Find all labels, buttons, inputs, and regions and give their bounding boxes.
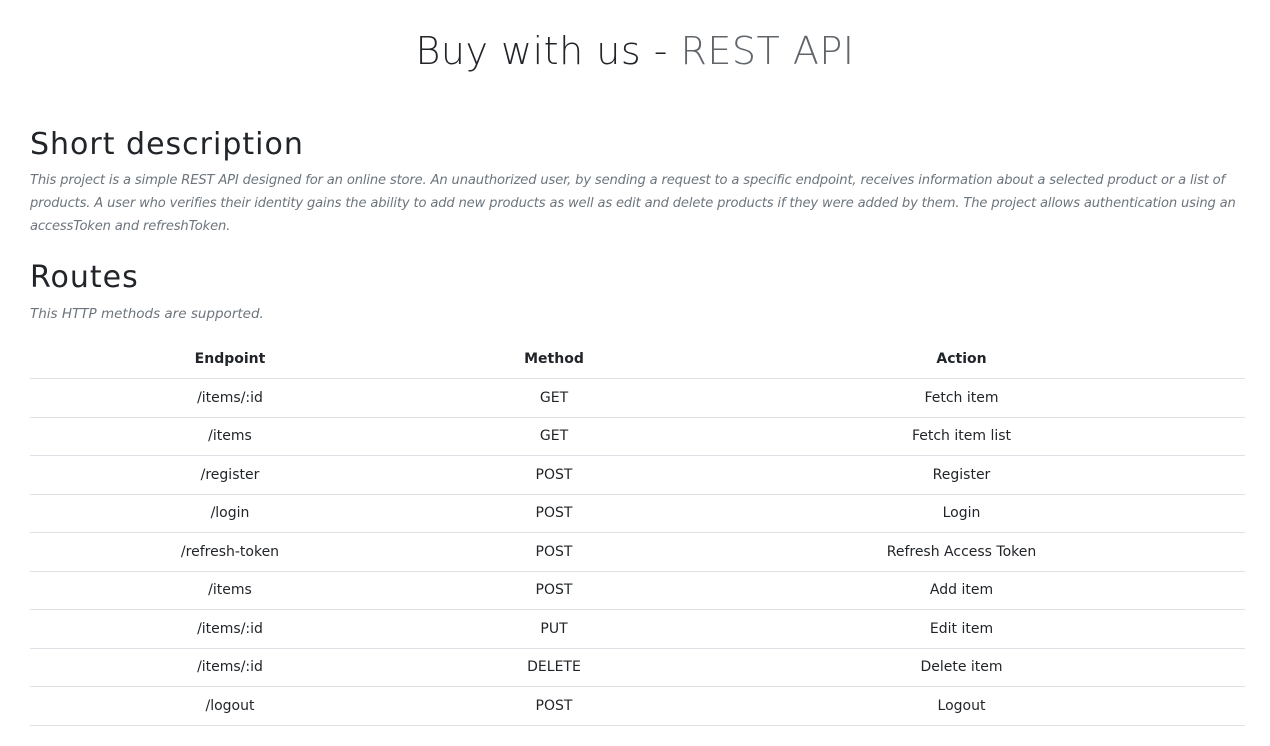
- short-description-heading: Short description: [30, 127, 304, 162]
- table-row: /items POST Add item: [30, 571, 1245, 610]
- page-title-accent: REST API: [680, 29, 855, 73]
- column-header-method: Method: [430, 340, 678, 379]
- endpoint-cell: /items/:id: [30, 378, 430, 418]
- method-cell: PUT: [430, 609, 678, 649]
- method-cell: GET: [430, 417, 678, 456]
- endpoint-cell: /items/:id: [30, 609, 430, 649]
- action-cell: Refresh Access Token: [678, 532, 1245, 572]
- action-cell: Fetch item: [678, 378, 1245, 418]
- endpoint-cell: /register: [30, 455, 430, 495]
- short-description-text: This project is a simple REST API design…: [30, 173, 1236, 234]
- table-header-row: Endpoint Method Action: [30, 340, 1245, 379]
- method-cell: POST: [430, 455, 678, 495]
- column-header-endpoint: Endpoint: [30, 340, 430, 379]
- endpoint-cell: /items: [30, 571, 430, 610]
- table-row: /register POST Register: [30, 455, 1245, 495]
- method-cell: POST: [430, 494, 678, 533]
- action-cell: Delete item: [678, 648, 1245, 687]
- action-cell: Logout: [678, 686, 1245, 726]
- method-cell: DELETE: [430, 648, 678, 687]
- table-row: /items/:id PUT Edit item: [30, 609, 1245, 649]
- routes-heading: Routes: [30, 260, 139, 295]
- action-cell: Edit item: [678, 609, 1245, 649]
- routes-table: Endpoint Method Action /items/:id GET Fe…: [30, 340, 1245, 726]
- method-cell: POST: [430, 532, 678, 572]
- method-cell: GET: [430, 378, 678, 418]
- endpoint-cell: /logout: [30, 686, 430, 726]
- table-row: /items/:id GET Fetch item: [30, 378, 1245, 418]
- endpoint-cell: /login: [30, 494, 430, 533]
- column-header-action: Action: [678, 340, 1245, 379]
- action-cell: Fetch item list: [678, 417, 1245, 456]
- table-row: /items/:id DELETE Delete item: [30, 648, 1245, 687]
- page-title: Buy with us - REST API: [0, 26, 1270, 76]
- action-cell: Login: [678, 494, 1245, 533]
- endpoint-cell: /refresh-token: [30, 532, 430, 572]
- page-title-main: Buy with us -: [415, 29, 668, 73]
- action-cell: Add item: [678, 571, 1245, 610]
- table-row: /login POST Login: [30, 494, 1245, 533]
- method-cell: POST: [430, 686, 678, 726]
- endpoint-cell: /items/:id: [30, 648, 430, 687]
- method-cell: POST: [430, 571, 678, 610]
- table-row: /refresh-token POST Refresh Access Token: [30, 532, 1245, 572]
- action-cell: Register: [678, 455, 1245, 495]
- endpoint-cell: /items: [30, 417, 430, 456]
- routes-description: This HTTP methods are supported.: [30, 306, 264, 322]
- table-row: /logout POST Logout: [30, 686, 1245, 726]
- table-row: /items GET Fetch item list: [30, 417, 1245, 456]
